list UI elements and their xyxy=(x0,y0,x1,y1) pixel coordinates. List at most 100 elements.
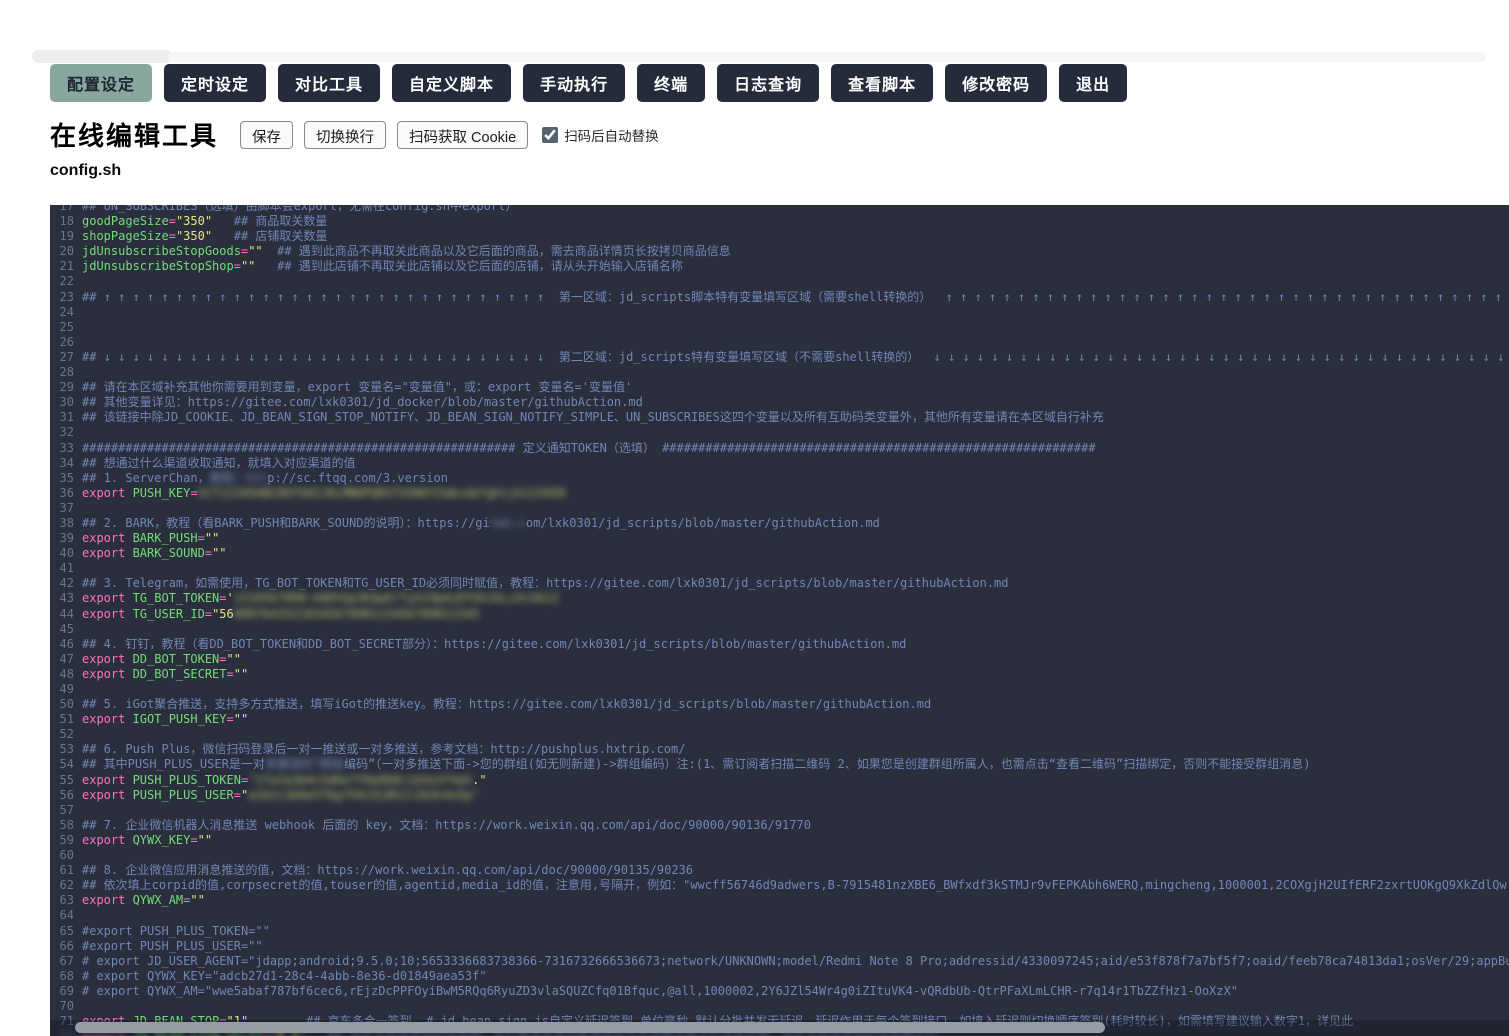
redacted-text: a1b2c3d4e5f6g7h8i9j0k1l2m3n4o5p" xyxy=(248,787,480,802)
code-line[interactable]: 68 # export QYWX_KEY="adcb27d1-28c4-4abb-… xyxy=(50,969,1509,984)
code-token: = xyxy=(168,229,176,244)
code-token: TG_BOT_TOKEN xyxy=(132,591,220,606)
code-line[interactable]: 40 export BARK_SOUND="" xyxy=(50,546,1509,561)
toolbar-buttons: 保存 切换换行 扫码获取 Cookie xyxy=(240,120,529,149)
code-line[interactable]: 20 jdUnsubscribeStopGoods="" ## 遇到此商品不再取关… xyxy=(50,244,1509,259)
line-number: 46 xyxy=(59,636,74,651)
code-line[interactable]: 45 xyxy=(50,622,1509,637)
code-line[interactable]: 61 ## 8. 企业微信应用消息推送的值，文档：https://work.wei… xyxy=(50,863,1509,878)
nav-button-schedule-settings[interactable]: 定时设定 xyxy=(164,64,267,102)
code-line[interactable]: 30 ## 其他变量详见：https://gitee.com/lxk0301/jd… xyxy=(50,395,1509,410)
code-line[interactable]: 28 xyxy=(50,365,1509,380)
code-line[interactable]: 39 export BARK_PUSH="" xyxy=(50,531,1509,546)
code-line[interactable]: 38 ## 2. BARK，教程（看BARK_PUSH和BARK_SOUND的说明… xyxy=(50,516,1509,531)
line-content: ## UN_SUBSCRIBES（选填）由脚本会export，无需在config… xyxy=(82,205,517,213)
code-line[interactable]: 22 xyxy=(50,274,1509,289)
code-line[interactable]: 46 ## 4. 钉钉，教程（看DD_BOT_TOKEN和DD_BOT_SECRE… xyxy=(50,637,1509,652)
code-token: 编码”（一对多推送下面->您的群组(如无则新建)->群组编码）注:(1、需订阅者… xyxy=(344,757,1311,772)
code-line[interactable]: 53 ## 6. Push Plus，微信扫码登录后一对一推送或一对多推送，参考文… xyxy=(50,742,1509,757)
code-line[interactable]: 21 jdUnsubscribeStopShop="" ## 遇到此店铺不再取关此… xyxy=(50,259,1509,274)
code-line[interactable]: 18 goodPageSize="350" ## 商品取关数量 xyxy=(50,214,1509,229)
line-number: 44 xyxy=(59,606,74,621)
line-content: export QYWX_AM="" xyxy=(82,893,205,907)
code-line[interactable]: 24 xyxy=(50,305,1509,320)
line-number: 21 xyxy=(59,259,74,274)
code-line[interactable]: 65 #export PUSH_PLUS_TOKEN="" xyxy=(50,924,1509,939)
line-number: 68 xyxy=(59,968,74,983)
code-token: jdUnsubscribeStopShop xyxy=(82,259,234,274)
code-token: 定义通知TOKEN（选填） xyxy=(515,440,663,455)
code-token: export xyxy=(82,712,133,727)
code-line[interactable]: 57 xyxy=(50,803,1509,818)
code-line[interactable]: 41 xyxy=(50,561,1509,576)
code-line[interactable]: 42 ## 3. Telegram，如需使用，TG_BOT_TOKEN和TG_US… xyxy=(50,576,1509,591)
code-line[interactable]: 19 shopPageSize="350" ## 店铺取关数量 xyxy=(50,229,1509,244)
save-button[interactable]: 保存 xyxy=(240,120,294,149)
code-line[interactable]: 52 xyxy=(50,727,1509,742)
line-number: 41 xyxy=(59,561,74,576)
auto-replace-checkbox[interactable] xyxy=(542,126,559,143)
redacted-text: 教程：htt xyxy=(209,470,268,485)
code-token: ########################################… xyxy=(662,440,1096,455)
nav-button-custom-script[interactable]: 自定义脚本 xyxy=(392,64,512,102)
horizontal-scrollbar-thumb[interactable] xyxy=(75,1022,1105,1033)
code-line[interactable]: 33 ######################################… xyxy=(50,441,1509,456)
line-number: 30 xyxy=(59,395,74,410)
code-line[interactable]: 48 export DD_BOT_SECRET="" xyxy=(50,667,1509,682)
code-line[interactable]: 50 ## 5. iGot聚合推送，支持多方式推送，填写iGot的推送key。教程… xyxy=(50,697,1509,712)
nav-button-logout[interactable]: 退出 xyxy=(1059,64,1128,102)
nav-button-log-query[interactable]: 日志查询 xyxy=(717,64,820,102)
code-line[interactable]: 64 xyxy=(50,908,1509,923)
code-line[interactable]: 51 export IGOT_PUSH_KEY="" xyxy=(50,712,1509,727)
code-token: 第二区域：jd_scripts特有变量填写区域（不需要shell转换的） xyxy=(551,349,934,364)
code-line[interactable]: 63 export QYWX_AM="" xyxy=(50,893,1509,908)
code-line[interactable]: 62 ## 依次填上corpid的值,corpsecret的值,touser的值,… xyxy=(50,878,1509,893)
code-token: #export PUSH_PLUS_TOKEN="" xyxy=(82,923,270,938)
code-line[interactable]: 35 ## 1. ServerChan，教程：http://sc.ftqq.com… xyxy=(50,471,1509,486)
code-line[interactable]: 36 export PUSH_KEY=SCT12345ABCDEFGHIJKLMN… xyxy=(50,486,1509,501)
nav-button-compare-tool[interactable]: 对比工具 xyxy=(278,64,381,102)
line-content: export BARK_SOUND="" xyxy=(82,546,227,560)
code-line[interactable]: 70 xyxy=(50,999,1509,1014)
code-editor[interactable]: 17 ## UN_SUBSCRIBES（选填）由脚本会export，无需在conf… xyxy=(50,205,1509,1036)
page-title: 在线编辑工具 xyxy=(50,121,219,151)
code-line[interactable]: 32 xyxy=(50,425,1509,440)
line-number: 48 xyxy=(59,666,74,681)
code-line[interactable]: 49 xyxy=(50,682,1509,697)
redacted-text: "1fe2a3b4c5d6e7f8a9b0c1d2e3f4a5 xyxy=(248,772,473,787)
code-line[interactable]: 55 export PUSH_PLUS_TOKEN="1fe2a3b4c5d6e7… xyxy=(50,773,1509,788)
code-line[interactable]: 29 ## 请在本区域补充其他你需要用到变量，export 变量名="变量值"，或… xyxy=(50,380,1509,395)
code-line[interactable]: 37 xyxy=(50,501,1509,516)
line-number: 69 xyxy=(59,983,74,998)
code-line[interactable]: 69 # export QYWX_AM="wwe5abaf787bf6cec6,r… xyxy=(50,984,1509,999)
code-line[interactable]: 66 #export PUSH_PLUS_USER="" xyxy=(50,939,1509,954)
code-line[interactable]: 26 xyxy=(50,335,1509,350)
code-line[interactable]: 34 ## 想通过什么渠道收取通知，就填入对应渠道的值 xyxy=(50,456,1509,471)
toggle-wrap-button[interactable]: 切换换行 xyxy=(304,120,387,149)
code-line[interactable]: 58 ## 7. 企业微信机器人消息推送 webhook 后面的 key，文档：h… xyxy=(50,818,1509,833)
nav-button-view-script[interactable]: 查看脚本 xyxy=(831,64,934,102)
nav-button-manual-run[interactable]: 手动执行 xyxy=(523,64,626,102)
code-line[interactable]: 17 ## UN_SUBSCRIBES（选填）由脚本会export，无需在conf… xyxy=(50,205,1509,214)
auto-replace-option[interactable]: 扫码后自动替换 xyxy=(542,125,659,145)
code-line[interactable]: 59 export QYWX_KEY="" xyxy=(50,833,1509,848)
code-line[interactable]: 31 ## 该链接中除JD_COOKIE、JD_BEAN_SIGN_STOP_NO… xyxy=(50,410,1509,425)
nav-button-change-password[interactable]: 修改密码 xyxy=(945,64,1048,102)
code-line[interactable]: 27 ## ↓ ↓ ↓ ↓ ↓ ↓ ↓ ↓ ↓ ↓ ↓ ↓ ↓ ↓ ↓ ↓ ↓ ↓… xyxy=(50,350,1509,365)
code-line[interactable]: 60 xyxy=(50,848,1509,863)
code-line[interactable]: 23 ## ↑ ↑ ↑ ↑ ↑ ↑ ↑ ↑ ↑ ↑ ↑ ↑ ↑ ↑ ↑ ↑ ↑ ↑… xyxy=(50,290,1509,305)
code-token: export xyxy=(82,893,133,908)
code-token: = xyxy=(190,485,198,500)
code-line[interactable]: 47 export DD_BOT_TOKEN="" xyxy=(50,652,1509,667)
code-line[interactable]: 44 export TG_USER_ID="5608976435218345678… xyxy=(50,607,1509,622)
code-line[interactable]: 54 ## 其中PUSH_PLUS_USER是一对多推送的“群组编码”（一对多推送… xyxy=(50,757,1509,772)
scan-cookie-button[interactable]: 扫码获取 Cookie xyxy=(397,120,529,149)
code-line[interactable]: 56 export PUSH_PLUS_USER="a1b2c3d4e5f6g7h… xyxy=(50,788,1509,803)
nav-button-config-settings[interactable]: 配置设定 xyxy=(50,64,153,102)
code-line[interactable]: 43 export TG_BOT_TOKEN='1234567890:AAEhGp… xyxy=(50,591,1509,606)
nav-button-terminal[interactable]: 终端 xyxy=(637,64,706,102)
code-line[interactable]: 25 xyxy=(50,320,1509,335)
code-line[interactable]: 67 # export JD_USER_AGENT="jdapp;android;… xyxy=(50,954,1509,969)
code-token: ## xyxy=(82,289,104,304)
